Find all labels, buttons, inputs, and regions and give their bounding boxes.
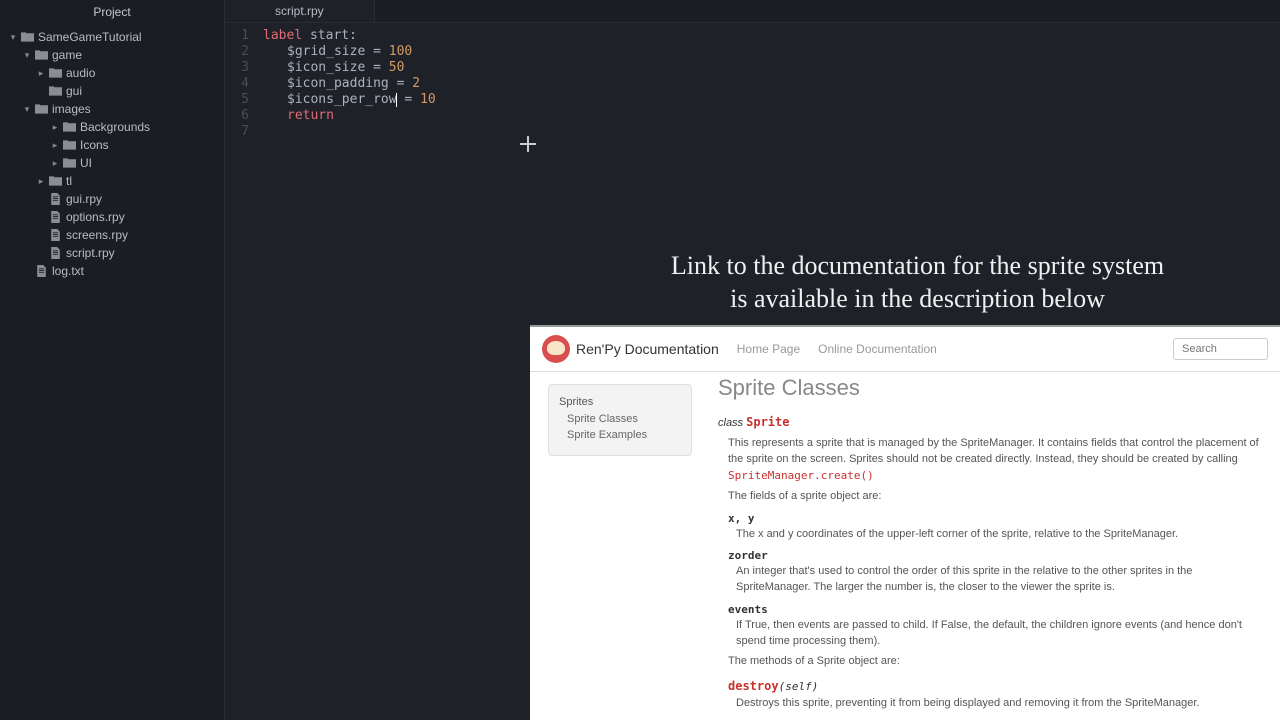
tree-file-logtxt[interactable]: log.txt	[0, 262, 224, 280]
field-xy: x, y	[728, 511, 1262, 527]
folder-icon	[20, 31, 34, 43]
doc-nav-sprite-examples[interactable]: Sprite Examples	[559, 427, 681, 443]
file-icon	[48, 211, 62, 223]
nav-online-link[interactable]: Online Documentation	[818, 342, 937, 356]
chevron-down-icon: ▾	[8, 32, 18, 43]
chevron-right-icon: ▸	[36, 68, 46, 79]
fields-intro: The fields of a sprite object are:	[728, 489, 1262, 505]
folder-icon	[48, 175, 62, 187]
tree-file-guirpy[interactable]: gui.rpy	[0, 190, 224, 208]
chevron-down-icon: ▾	[22, 104, 32, 115]
folder-icon	[34, 49, 48, 61]
tab-bar: script.rpy	[225, 0, 1280, 23]
doc-nav-sprite-classes[interactable]: Sprite Classes	[559, 411, 681, 427]
chevron-right-icon: ▸	[36, 176, 46, 187]
renpy-logo-icon	[542, 335, 570, 363]
tree-folder-tl[interactable]: ▸ tl	[0, 172, 224, 190]
tree-folder-icons[interactable]: ▸ Icons	[0, 136, 224, 154]
chevron-down-icon: ▾	[22, 50, 32, 61]
file-icon	[48, 229, 62, 241]
doc-navbar: Ren'Py Documentation Home Page Online Do…	[530, 327, 1280, 372]
field-events: events	[728, 602, 1262, 618]
code-content[interactable]: label start: $grid_size = 100 $icon_size…	[255, 23, 436, 720]
line-numbers: 1 2 3 4 5 6 7	[225, 23, 255, 720]
project-sidebar: Project ▾ SameGameTutorial ▾ game ▸ audi…	[0, 0, 225, 720]
search-box	[1173, 338, 1268, 360]
folder-icon	[48, 67, 62, 79]
method-destroy-desc: Destroys this sprite, preventing it from…	[736, 696, 1262, 712]
folder-icon	[62, 139, 76, 151]
chevron-right-icon: ▸	[50, 122, 60, 133]
tree-folder-game[interactable]: ▾ game	[0, 46, 224, 64]
tab-scriptrpy[interactable]: script.rpy	[225, 0, 375, 22]
documentation-browser: Ren'Py Documentation Home Page Online Do…	[530, 325, 1280, 720]
overlay-caption: Link to the documentation for the sprite…	[555, 250, 1280, 315]
doc-brand: Ren'Py Documentation	[576, 341, 719, 357]
tree-folder-images[interactable]: ▾ images	[0, 100, 224, 118]
folder-icon	[34, 103, 48, 115]
doc-content: Sprite Classes class Sprite This represe…	[700, 372, 1280, 720]
tree-folder-gui[interactable]: gui	[0, 82, 224, 100]
folder-icon	[62, 121, 76, 133]
text-caret-icon	[527, 136, 529, 152]
tree-root[interactable]: ▾ SameGameTutorial	[0, 28, 224, 46]
chevron-right-icon: ▸	[50, 158, 60, 169]
tree-file-optionsrpy[interactable]: options.rpy	[0, 208, 224, 226]
file-icon	[48, 247, 62, 259]
folder-icon	[62, 157, 76, 169]
sidebar-title: Project	[0, 0, 224, 24]
text-cursor	[396, 93, 397, 107]
sprite-description: This represents a sprite that is managed…	[728, 436, 1262, 485]
tree-file-scriptrpy[interactable]: script.rpy	[0, 244, 224, 262]
tree-folder-ui[interactable]: ▸ UI	[0, 154, 224, 172]
tree-file-screensrpy[interactable]: screens.rpy	[0, 226, 224, 244]
file-icon	[34, 265, 48, 277]
field-zorder: zorder	[728, 548, 1262, 564]
method-destroy: destroy(self)	[728, 678, 1262, 696]
field-zorder-desc: An integer that's used to control the or…	[736, 564, 1262, 596]
tree-folder-backgrounds[interactable]: ▸ Backgrounds	[0, 118, 224, 136]
methods-intro: The methods of a Sprite object are:	[728, 654, 1262, 670]
field-events-desc: If True, then events are passed to child…	[736, 618, 1262, 650]
chevron-right-icon: ▸	[50, 140, 60, 151]
tree-folder-audio[interactable]: ▸ audio	[0, 64, 224, 82]
doc-nav-sprites[interactable]: Sprites	[559, 393, 681, 411]
doc-sidebar: Sprites Sprite Classes Sprite Examples	[530, 372, 700, 720]
doc-heading: Sprite Classes	[718, 372, 1262, 404]
nav-home-link[interactable]: Home Page	[737, 342, 800, 356]
file-icon	[48, 193, 62, 205]
search-input[interactable]	[1173, 338, 1268, 360]
field-xy-desc: The x and y coordinates of the upper-lef…	[736, 527, 1262, 543]
folder-icon	[48, 85, 62, 97]
file-tree: ▾ SameGameTutorial ▾ game ▸ audio gui ▾	[0, 24, 224, 284]
class-sprite: class Sprite	[718, 414, 1262, 432]
